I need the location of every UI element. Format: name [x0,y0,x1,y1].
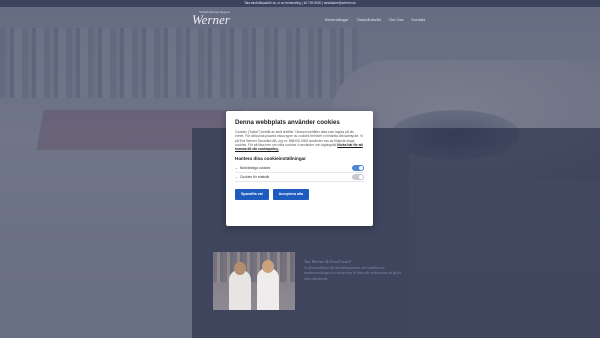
chevron-down-icon[interactable]: ⌄ [235,175,238,179]
manage-cookies-title: Hantera dina cookieinställningar [235,156,306,162]
main-nav: Behandlingar Tandvårdsråd Om Oss Kontakt [325,17,425,22]
team-photo [213,252,295,310]
site-logo[interactable]: Tandvårdsgruppen Werner [192,10,230,28]
accept-all-button[interactable]: Acceptera alla [272,189,309,201]
setting-label: Nödvändiga cookies [239,166,271,171]
nav-behandlingar[interactable]: Behandlingar [325,17,349,22]
setting-statistics-cookies[interactable]: ⌄ Cookies för statistik [235,173,364,183]
team-title: Åsa Werner & Eva Forsell [304,259,351,264]
toggle-statistics-cookies[interactable] [352,174,364,181]
nav-om-oss[interactable]: Om Oss [389,17,404,22]
cookie-modal-body: Cookies ("kakor") består av små textfile… [235,130,364,152]
cookie-modal-title: Denna webbplats använder cookies [235,119,340,126]
chevron-down-icon[interactable]: ⌄ [235,166,238,170]
cookie-modal: Denna webbplats använder cookies Cookies… [226,111,373,226]
nav-kontakt[interactable]: Kontakt [412,17,426,22]
setting-necessary-cookies[interactable]: ⌄ Nödvändiga cookies [235,164,364,174]
nav-tandvardsrad[interactable]: Tandvårdsråd [357,17,381,22]
setting-label: Cookies för statistik [239,175,270,180]
topbar-prefix: Tala tandhälsoaktör av, ut av behandling [244,1,301,5]
cookie-buttons: Spara/Ha val Acceptera alla [235,189,364,201]
team-section: Åsa Werner & Eva Forsell Vi på tandvårde… [304,259,404,282]
team-description: Vi på tandvården blir aktivitetspartners… [304,266,402,281]
save-choices-button[interactable]: Spara/Ha val [235,189,269,201]
topbar-phone[interactable]: 46 709 8000 [304,1,322,5]
topbar-email[interactable]: tandlakare@werner.se [324,1,356,5]
top-bar: Tala tandhälsoaktör av, ut av behandling… [0,0,600,7]
toggle-necessary-cookies[interactable] [352,165,364,172]
